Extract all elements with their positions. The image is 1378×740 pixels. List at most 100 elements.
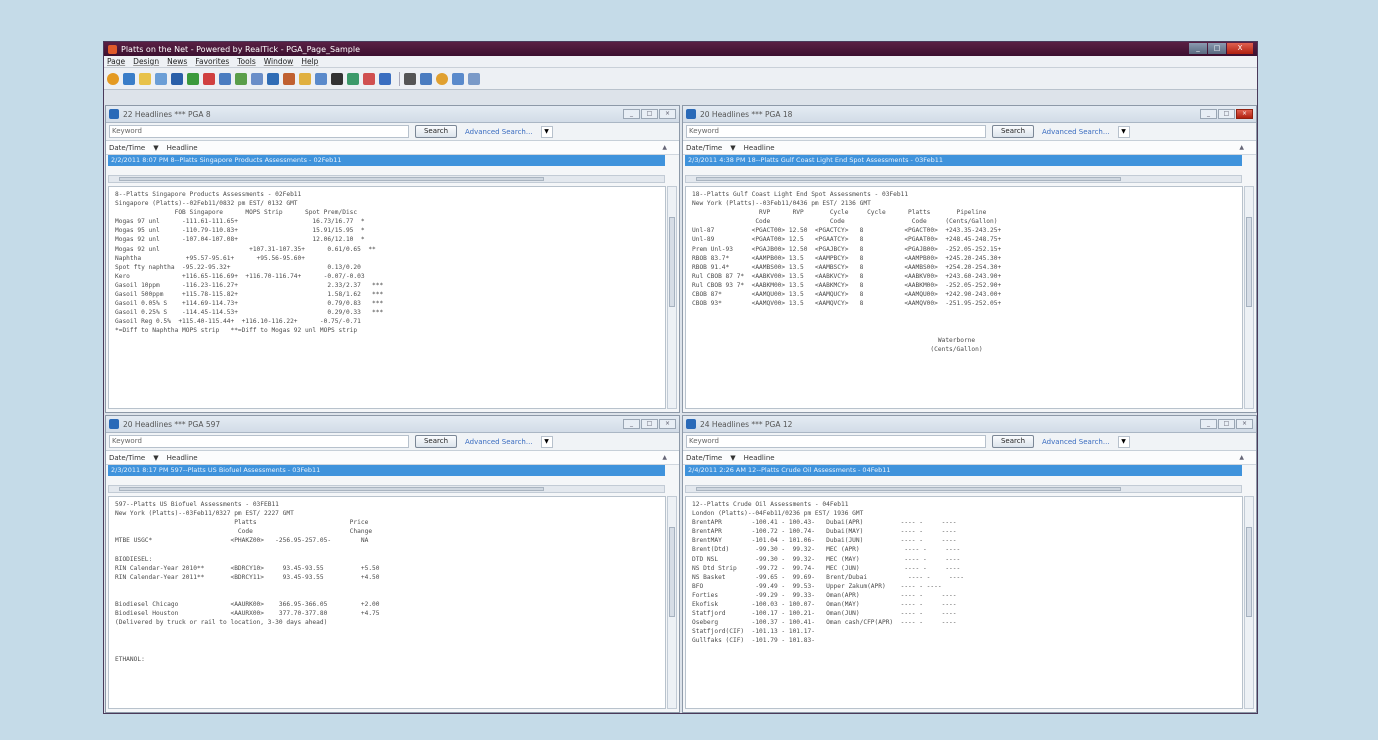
search-button[interactable]: Search [992, 125, 1034, 138]
horizontal-scrollbar[interactable] [685, 485, 1242, 493]
column-datetime[interactable]: Date/Time [109, 454, 145, 462]
pane-maximize-button[interactable]: □ [1218, 419, 1235, 429]
advanced-search-link[interactable]: Advanced Search... [1042, 128, 1110, 136]
binoculars-icon[interactable] [379, 72, 391, 85]
search-button[interactable]: Search [415, 125, 457, 138]
search-button[interactable]: Search [415, 435, 457, 448]
menu-window[interactable]: Window [264, 57, 294, 66]
headline-row-selected[interactable]: 2/3/2011 8:17 PM 597--Platts US Biofuel … [108, 465, 665, 476]
pane-title-bar[interactable]: 24 Headlines *** PGA 12 _ □ × [683, 416, 1256, 433]
page-icon[interactable] [155, 72, 167, 85]
horizontal-scrollbar[interactable] [108, 485, 665, 493]
column-headline[interactable]: Headline [167, 454, 198, 462]
minimize-button[interactable]: _ [1189, 43, 1207, 54]
scroll-up-icon[interactable]: ▲ [662, 144, 667, 151]
link-icon[interactable] [251, 72, 263, 85]
maximize-button[interactable]: □ [1208, 43, 1226, 54]
pane-title-bar[interactable]: 20 Headlines *** PGA 597 _ □ × [106, 416, 679, 433]
pen-icon[interactable] [171, 72, 183, 85]
pane-title-bar[interactable]: 20 Headlines *** PGA 18 _ □ × [683, 106, 1256, 123]
menu-news[interactable]: News [167, 57, 187, 66]
chart-icon[interactable] [187, 72, 199, 85]
advanced-search-link[interactable]: Advanced Search... [1042, 438, 1110, 446]
pane-close-button[interactable]: × [659, 419, 676, 429]
monitor-icon[interactable] [299, 72, 311, 85]
menu-tools[interactable]: Tools [237, 57, 255, 66]
story-text-area[interactable]: 18--Platts Gulf Coast Light End Spot Ass… [685, 186, 1243, 409]
story-text-area[interactable]: 12--Platts Crude Oil Assessments - 04Feb… [685, 496, 1243, 709]
column-datetime[interactable]: Date/Time [686, 144, 722, 152]
toolbar [104, 68, 1257, 90]
story-text: 12--Platts Crude Oil Assessments - 04Feb… [692, 501, 964, 645]
scroll-up-icon[interactable]: ▲ [1239, 454, 1244, 461]
color-icon[interactable] [331, 72, 343, 85]
pane-close-button[interactable]: × [1236, 419, 1253, 429]
sort-icon[interactable]: ▼ [153, 144, 158, 152]
column-datetime[interactable]: Date/Time [109, 144, 145, 152]
vertical-scrollbar[interactable] [667, 186, 677, 409]
table-icon[interactable] [267, 72, 279, 85]
chevron-down-icon[interactable]: ▼ [1117, 125, 1130, 138]
folder-icon[interactable] [139, 72, 151, 85]
vertical-scrollbar[interactable] [667, 496, 677, 709]
alert-icon[interactable] [436, 72, 448, 85]
pane-close-button[interactable]: × [1236, 109, 1253, 119]
advanced-search-link[interactable]: Advanced Search... [465, 128, 533, 136]
keyword-input[interactable]: Keyword [686, 125, 986, 138]
title-bar[interactable]: Platts on the Net - Powered by RealTick … [104, 42, 1257, 56]
quote-icon[interactable] [235, 72, 247, 85]
search-button[interactable]: Search [992, 435, 1034, 448]
headline-row-selected[interactable]: 2/3/2011 4:38 PM 18--Platts Gulf Coast L… [685, 155, 1242, 166]
open-icon[interactable] [107, 72, 119, 85]
vertical-scrollbar[interactable] [1244, 186, 1254, 409]
chevron-down-icon[interactable]: ▼ [540, 435, 553, 448]
menu-favorites[interactable]: Favorites [195, 57, 229, 66]
pane-title-bar[interactable]: 22 Headlines *** PGA 8 _ □ × [106, 106, 679, 123]
pane-minimize-button[interactable]: _ [623, 419, 640, 429]
print-icon[interactable] [404, 72, 416, 85]
pane-maximize-button[interactable]: □ [641, 109, 658, 119]
menu-help[interactable]: Help [301, 57, 318, 66]
sort-icon[interactable]: ▼ [730, 454, 735, 462]
keyword-input[interactable]: Keyword [109, 435, 409, 448]
chevron-down-icon[interactable]: ▼ [540, 125, 553, 138]
window-icon[interactable] [283, 72, 295, 85]
menu-design[interactable]: Design [133, 57, 159, 66]
scroll-up-icon[interactable]: ▲ [662, 454, 667, 461]
sort-icon[interactable]: ▼ [730, 144, 735, 152]
save-icon[interactable] [123, 72, 135, 85]
font-icon[interactable] [468, 72, 480, 85]
grid-icon[interactable] [203, 72, 215, 85]
pane-minimize-button[interactable]: _ [1200, 419, 1217, 429]
vertical-scrollbar[interactable] [1244, 496, 1254, 709]
story-text-area[interactable]: 597--Platts US Biofuel Assessments - 03F… [108, 496, 666, 709]
story-text-area[interactable]: 8--Platts Singapore Products Assessments… [108, 186, 666, 409]
advanced-search-link[interactable]: Advanced Search... [465, 438, 533, 446]
horizontal-scrollbar[interactable] [685, 175, 1242, 183]
scroll-up-icon[interactable]: ▲ [1239, 144, 1244, 151]
column-datetime[interactable]: Date/Time [686, 454, 722, 462]
column-headline[interactable]: Headline [744, 144, 775, 152]
pane-minimize-button[interactable]: _ [1200, 109, 1217, 119]
sort-icon[interactable]: ▼ [153, 454, 158, 462]
keyword-input[interactable]: Keyword [109, 125, 409, 138]
horizontal-scrollbar[interactable] [108, 175, 665, 183]
news-icon[interactable] [219, 72, 231, 85]
keyword-input[interactable]: Keyword [686, 435, 986, 448]
pane-maximize-button[interactable]: □ [641, 419, 658, 429]
pane-close-button[interactable]: × [659, 109, 676, 119]
column-headline[interactable]: Headline [744, 454, 775, 462]
column-headline[interactable]: Headline [167, 144, 198, 152]
dash-icon[interactable] [315, 72, 327, 85]
menu-page[interactable]: Page [107, 57, 125, 66]
headline-row-selected[interactable]: 2/4/2011 2:26 AM 12--Platts Crude Oil As… [685, 465, 1242, 476]
headline-row-selected[interactable]: 2/2/2011 8:07 PM 8--Platts Singapore Pro… [108, 155, 665, 166]
draw-icon[interactable] [347, 72, 359, 85]
pane-minimize-button[interactable]: _ [623, 109, 640, 119]
pane-maximize-button[interactable]: □ [1218, 109, 1235, 119]
tile-icon[interactable] [452, 72, 464, 85]
refresh-icon[interactable] [363, 72, 375, 85]
help-icon[interactable] [420, 72, 432, 85]
close-button[interactable]: X [1227, 43, 1253, 54]
chevron-down-icon[interactable]: ▼ [1117, 435, 1130, 448]
